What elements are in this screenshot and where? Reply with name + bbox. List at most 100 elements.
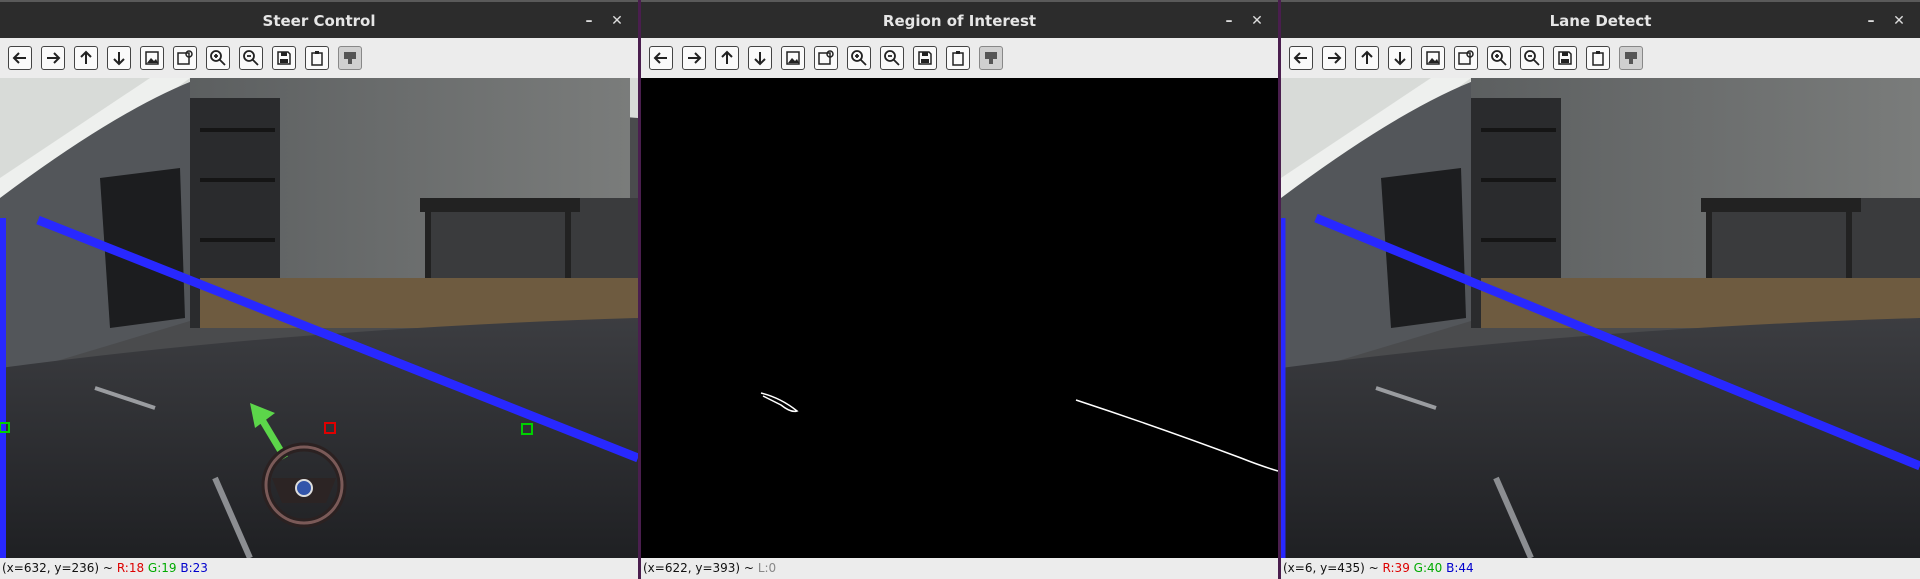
zoom-original-button[interactable] xyxy=(173,46,197,70)
pan-left-button[interactable] xyxy=(8,46,32,70)
window-title: Lane Detect xyxy=(1549,12,1652,30)
title-bar: Steer Control – ✕ xyxy=(0,0,638,40)
pan-up-button[interactable] xyxy=(74,46,98,70)
save-button[interactable] xyxy=(913,46,937,70)
status-red-value: R:18 xyxy=(116,561,145,575)
zoom-out-button[interactable] xyxy=(880,46,904,70)
pan-down-button[interactable] xyxy=(748,46,772,70)
minimize-button[interactable]: – xyxy=(1216,8,1242,34)
zoom-out-button[interactable] xyxy=(1520,46,1544,70)
properties-icon xyxy=(344,52,356,64)
zoom-in-icon xyxy=(1491,50,1507,66)
close-button[interactable]: ✕ xyxy=(1886,8,1912,34)
save-button[interactable] xyxy=(272,46,296,70)
zoom-in-icon xyxy=(210,50,226,66)
arrow-down-icon xyxy=(113,52,125,66)
pan-left-button[interactable] xyxy=(649,46,673,70)
zoom-fit-button[interactable] xyxy=(781,46,805,70)
arrow-right-icon xyxy=(688,52,702,64)
properties-icon xyxy=(1625,52,1637,64)
camera-view[interactable] xyxy=(1281,78,1920,558)
pan-right-button[interactable] xyxy=(682,46,706,70)
pan-up-button[interactable] xyxy=(715,46,739,70)
roi-binary-image xyxy=(641,78,1278,558)
title-bar: Region of Interest – ✕ xyxy=(641,0,1278,40)
title-bar: Lane Detect – ✕ xyxy=(1281,0,1920,40)
arrow-right-icon xyxy=(1328,52,1342,64)
status-coords: (x=622, y=393) ~ xyxy=(643,561,754,575)
pan-up-button[interactable] xyxy=(1355,46,1379,70)
zoom-fit-button[interactable] xyxy=(140,46,164,70)
window-title: Region of Interest xyxy=(882,12,1037,30)
lane-detect-window: Lane Detect – ✕ (x=6, y=435) ~ R:39 G:40… xyxy=(1281,0,1920,579)
zoom-out-icon xyxy=(884,50,900,66)
arrow-down-icon xyxy=(754,52,766,66)
close-button[interactable]: ✕ xyxy=(1244,8,1270,34)
status-bar: (x=632, y=236) ~ R:18 G:19 B:23 xyxy=(0,558,638,579)
status-bar: (x=6, y=435) ~ R:39 G:40 B:44 xyxy=(1281,558,1920,579)
minimize-button[interactable]: – xyxy=(576,8,602,34)
clipboard-icon xyxy=(311,51,323,66)
zoom-in-icon xyxy=(851,50,867,66)
roi-view[interactable] xyxy=(641,78,1278,558)
pan-left-button[interactable] xyxy=(1289,46,1313,70)
zoom-in-button[interactable] xyxy=(847,46,871,70)
zoom-original-button[interactable] xyxy=(1454,46,1478,70)
pan-right-button[interactable] xyxy=(1322,46,1346,70)
status-blue-value: B:23 xyxy=(180,561,208,575)
zoom-out-icon xyxy=(1524,50,1540,66)
status-red-value: R:39 xyxy=(1382,561,1410,575)
status-blue-value: B:44 xyxy=(1446,561,1474,575)
image-zoom-icon xyxy=(818,50,834,65)
status-luminance-value: L:0 xyxy=(757,561,777,575)
save-icon xyxy=(918,51,932,65)
image-zoom-icon xyxy=(1458,50,1474,65)
zoom-in-button[interactable] xyxy=(206,46,230,70)
copy-button[interactable] xyxy=(305,46,329,70)
zoom-in-button[interactable] xyxy=(1487,46,1511,70)
copy-button[interactable] xyxy=(946,46,970,70)
arrow-left-icon xyxy=(1293,52,1307,64)
image-zoom-icon xyxy=(177,50,193,65)
arrow-down-icon xyxy=(1394,52,1406,66)
toolbar xyxy=(641,38,1278,78)
properties-button[interactable] xyxy=(338,46,362,70)
zoom-original-button[interactable] xyxy=(814,46,838,70)
image-icon xyxy=(1426,51,1440,65)
steer-camera-image xyxy=(0,78,638,558)
clipboard-icon xyxy=(952,51,964,66)
toolbar xyxy=(0,38,638,78)
zoom-fit-button[interactable] xyxy=(1421,46,1445,70)
status-coords: (x=632, y=236) ~ xyxy=(2,561,113,575)
pan-down-button[interactable] xyxy=(1388,46,1412,70)
arrow-up-icon xyxy=(1361,50,1373,64)
save-icon xyxy=(1558,51,1572,65)
arrow-up-icon xyxy=(721,50,733,64)
camera-view[interactable] xyxy=(0,78,638,558)
zoom-out-icon xyxy=(243,50,259,66)
close-button[interactable]: ✕ xyxy=(604,8,630,34)
pan-down-button[interactable] xyxy=(107,46,131,70)
status-bar: (x=622, y=393) ~ L:0 xyxy=(641,558,1278,579)
save-button[interactable] xyxy=(1553,46,1577,70)
arrow-right-icon xyxy=(47,52,61,64)
toolbar xyxy=(1281,38,1920,78)
arrow-up-icon xyxy=(80,50,92,64)
arrow-left-icon xyxy=(653,52,667,64)
zoom-out-button[interactable] xyxy=(239,46,263,70)
minimize-button[interactable]: – xyxy=(1858,8,1884,34)
region-of-interest-window: Region of Interest – ✕ (x=622, y=393) ~ … xyxy=(641,0,1278,579)
save-icon xyxy=(277,51,291,65)
properties-icon xyxy=(985,52,997,64)
status-green-value: G:19 xyxy=(147,561,177,575)
copy-button[interactable] xyxy=(1586,46,1610,70)
properties-button[interactable] xyxy=(1619,46,1643,70)
clipboard-icon xyxy=(1592,51,1604,66)
properties-button[interactable] xyxy=(979,46,1003,70)
window-title: Steer Control xyxy=(262,12,376,30)
status-coords: (x=6, y=435) ~ xyxy=(1283,561,1379,575)
steer-control-window: Steer Control – ✕ (x=632, y=236) ~ R:18 … xyxy=(0,0,638,579)
image-icon xyxy=(145,51,159,65)
pan-right-button[interactable] xyxy=(41,46,65,70)
image-icon xyxy=(786,51,800,65)
